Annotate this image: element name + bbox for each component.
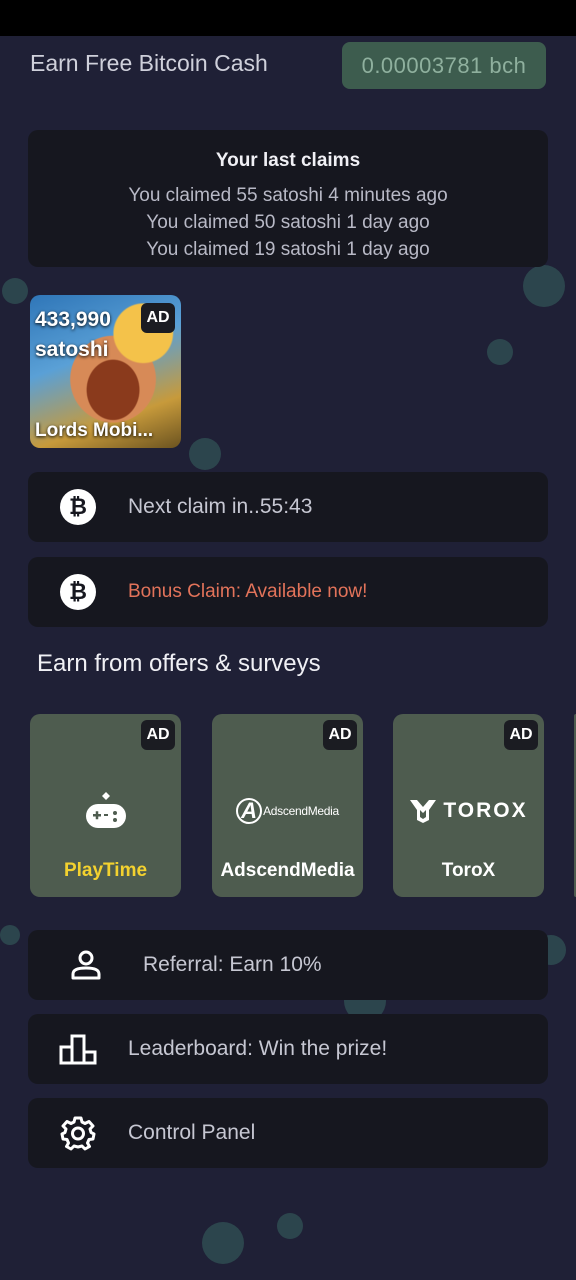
background-bubble: [2, 278, 28, 304]
ad-badge: AD: [141, 720, 175, 750]
referral-label: Referral: Earn 10%: [143, 953, 322, 976]
next-claim-icon-wrap: ₿: [28, 489, 128, 525]
status-bar: [0, 0, 576, 36]
leaderboard-icon-wrap: [28, 1033, 128, 1065]
offer-card-playtime[interactable]: AD PlayTime: [30, 714, 181, 897]
adscend-logo-text: AdscendMedia: [263, 804, 339, 818]
offer-card-adscendmedia[interactable]: AD A AdscendMedia AdscendMedia: [212, 714, 363, 897]
background-bubble: [202, 1222, 244, 1264]
gear-icon: [60, 1116, 96, 1151]
background-bubble: [0, 925, 20, 945]
referral-icon-wrap: [28, 949, 143, 981]
control-panel-label: Control Panel: [128, 1121, 256, 1144]
claim-item: You claimed 19 satoshi 1 day ago: [146, 239, 430, 260]
referral-row[interactable]: Referral: Earn 10%: [28, 930, 548, 1000]
torox-logo-text: TOROX: [443, 799, 528, 822]
offers-section-title: Earn from offers & surveys: [37, 650, 321, 677]
ad-reward-unit: satoshi: [35, 338, 109, 361]
bonus-claim-icon-wrap: ₿: [28, 574, 128, 610]
bitcoin-icon: ₿: [60, 574, 96, 610]
offer-name: ToroX: [441, 860, 496, 881]
claims-list: You claimed 55 satoshi 4 minutes ago You…: [28, 182, 548, 263]
claim-item: You claimed 55 satoshi 4 minutes ago: [128, 185, 448, 206]
ad-game-name: Lords Mobi...: [35, 420, 154, 441]
torox-mark-icon: [410, 800, 437, 823]
ad-badge: AD: [504, 720, 538, 750]
control-panel-row[interactable]: Control Panel: [28, 1098, 548, 1168]
background-bubble: [487, 339, 513, 365]
control-panel-icon-wrap: [28, 1115, 128, 1151]
app-title: Earn Free Bitcoin Cash: [30, 50, 268, 76]
offer-card-torox[interactable]: AD TOROX ToroX: [393, 714, 544, 897]
last-claims-card: Your last claims You claimed 55 satoshi …: [28, 130, 548, 267]
torox-logo: TOROX: [393, 786, 544, 836]
ad-reward-amount: 433,990: [35, 308, 111, 331]
adscend-a-mark: A: [236, 798, 263, 824]
background-bubble: [277, 1213, 303, 1239]
leaderboard-label: Leaderboard: Win the prize!: [128, 1037, 388, 1060]
adscend-logo: A AdscendMedia: [212, 786, 363, 836]
leaderboard-row[interactable]: Leaderboard: Win the prize!: [28, 1014, 548, 1084]
bonus-claim-row[interactable]: ₿ Bonus Claim: Available now!: [28, 557, 548, 627]
gamepad-icon: [30, 786, 181, 836]
claim-item: You claimed 50 satoshi 1 day ago: [146, 212, 430, 233]
ad-badge: AD: [323, 720, 357, 750]
next-claim-label: Next claim in..55:43: [128, 495, 313, 518]
offer-name: AdscendMedia: [220, 860, 355, 881]
ad-badge: AD: [141, 303, 175, 333]
background-bubble: [523, 265, 565, 307]
bitcoin-icon: ₿: [60, 489, 96, 525]
podium-icon: [59, 1034, 97, 1065]
next-claim-row[interactable]: ₿ Next claim in..55:43: [28, 472, 548, 542]
offer-name: PlayTime: [63, 860, 148, 881]
ad-reward: 433,990 satoshi: [35, 305, 111, 365]
last-claims-title: Your last claims: [215, 150, 361, 171]
balance-badge[interactable]: 0.00003781 bch: [342, 42, 546, 89]
bonus-claim-label: Bonus Claim: Available now!: [128, 581, 368, 602]
person-icon: [71, 950, 100, 980]
background-bubble: [189, 438, 221, 470]
game-ad-tile[interactable]: 433,990 satoshi AD Lords Mobi...: [30, 295, 181, 448]
